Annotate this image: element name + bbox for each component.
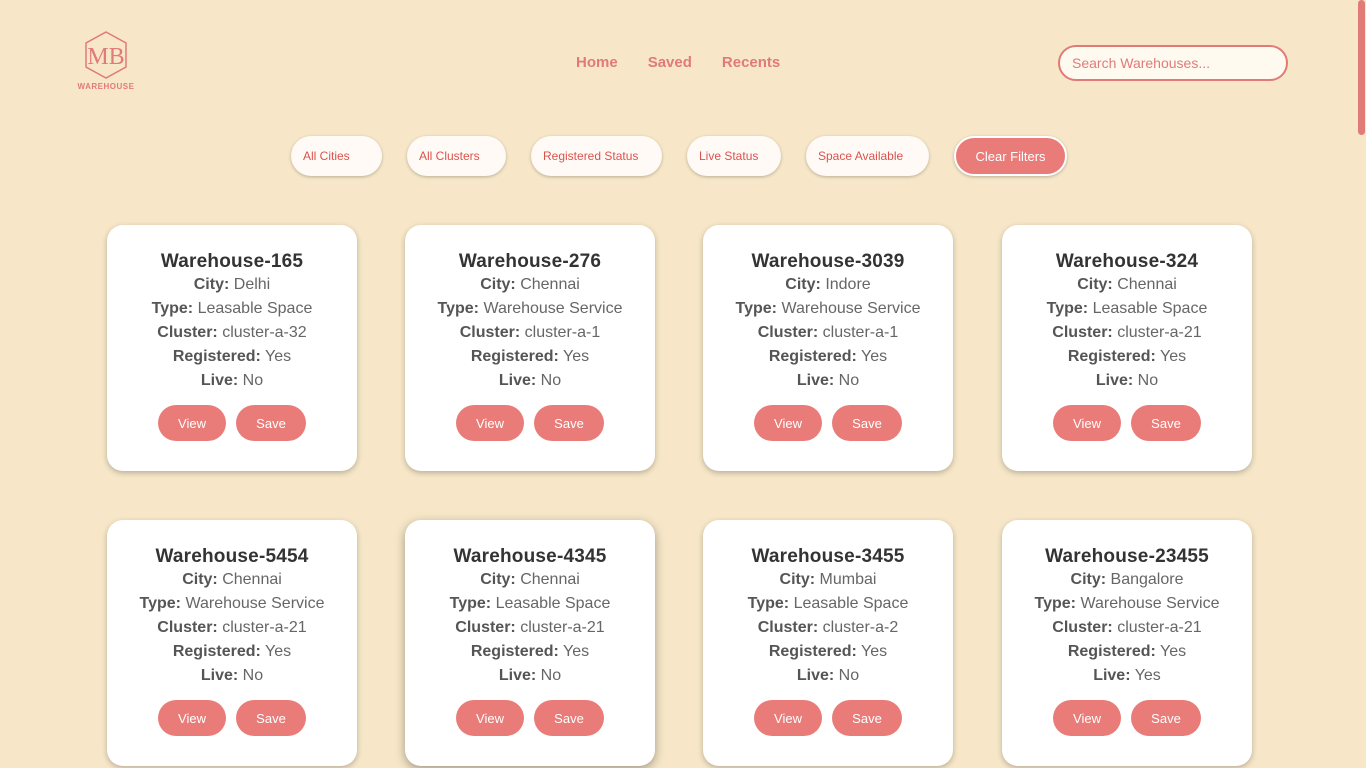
clear-filters-button[interactable]: Clear Filters [954,136,1067,176]
nav-recents[interactable]: Recents [722,54,780,71]
view-button[interactable]: View [158,405,226,441]
city-row: City: Mumbai [779,571,877,588]
view-button[interactable]: View [456,700,524,736]
svg-text:MB: MB [87,44,124,70]
registered-row: Registered: Yes [1067,348,1187,365]
view-button[interactable]: View [1053,700,1121,736]
type-row: Type: Leasable Space [449,595,611,612]
save-button[interactable]: Save [534,405,604,441]
registered-row: Registered: Yes [1067,643,1187,660]
registered-row: Registered: Yes [470,348,590,365]
filter-registered-status[interactable]: Registered Status [531,136,662,176]
scrollbar-thumb[interactable] [1358,0,1365,135]
save-button[interactable]: Save [1131,700,1201,736]
save-button[interactable]: Save [534,700,604,736]
cluster-row: Cluster: cluster-a-21 [157,619,307,636]
warehouse-title: Warehouse-165 [160,251,304,272]
live-row: Live: Yes [1093,667,1161,684]
cluster-row: Cluster: cluster-a-1 [757,324,899,341]
live-row: Live: No [200,667,264,684]
cluster-row: Cluster: cluster-a-1 [459,324,601,341]
filter-all-cities[interactable]: All Cities [291,136,382,176]
warehouse-card: Warehouse-324 City: Chennai Type: Leasab… [1002,225,1252,471]
view-button[interactable]: View [754,700,822,736]
city-row: City: Chennai [480,571,580,588]
registered-row: Registered: Yes [172,643,292,660]
type-row: Type: Warehouse Service [1034,595,1220,612]
header: MB WAREHOUSE Home Saved Recents [0,0,1366,120]
city-row: City: Chennai [182,571,282,588]
main-nav: Home Saved Recents [576,54,780,71]
type-row: Type: Leasable Space [1046,300,1208,317]
warehouse-title: Warehouse-324 [1055,251,1199,272]
logo-mark-icon: MB [85,31,127,79]
search-input[interactable] [1058,45,1288,81]
cluster-row: Cluster: cluster-a-21 [455,619,605,636]
registered-row: Registered: Yes [768,643,888,660]
warehouse-card: Warehouse-3455 City: Mumbai Type: Leasab… [703,520,953,766]
registered-row: Registered: Yes [172,348,292,365]
city-row: City: Delhi [193,276,271,293]
save-button[interactable]: Save [236,405,306,441]
warehouse-title: Warehouse-4345 [453,546,607,567]
save-button[interactable]: Save [236,700,306,736]
live-row: Live: No [796,667,860,684]
nav-saved[interactable]: Saved [648,54,692,71]
view-button[interactable]: View [158,700,226,736]
registered-row: Registered: Yes [768,348,888,365]
filter-all-clusters[interactable]: All Clusters [407,136,506,176]
logo-text: WAREHOUSE [77,82,135,91]
filter-space-available[interactable]: Space Available [806,136,929,176]
city-row: City: Bangalore [1070,571,1184,588]
live-row: Live: No [796,372,860,389]
type-row: Type: Warehouse Service [437,300,623,317]
view-button[interactable]: View [754,405,822,441]
view-button[interactable]: View [1053,405,1121,441]
nav-home[interactable]: Home [576,54,618,71]
warehouse-title: Warehouse-5454 [155,546,309,567]
type-row: Type: Leasable Space [151,300,313,317]
warehouse-card: Warehouse-3039 City: Indore Type: Wareho… [703,225,953,471]
cluster-row: Cluster: cluster-a-2 [757,619,899,636]
warehouse-title: Warehouse-23455 [1045,546,1209,567]
filter-live-status[interactable]: Live Status [687,136,781,176]
brand-logo[interactable]: MB WAREHOUSE [76,30,136,92]
live-row: Live: No [200,372,264,389]
warehouse-card: Warehouse-23455 City: Bangalore Type: Wa… [1002,520,1252,766]
city-row: City: Chennai [1077,276,1177,293]
live-row: Live: No [498,667,562,684]
cluster-row: Cluster: cluster-a-32 [157,324,307,341]
live-row: Live: No [498,372,562,389]
warehouse-card: Warehouse-165 City: Delhi Type: Leasable… [107,225,357,471]
warehouse-title: Warehouse-3039 [751,251,905,272]
city-row: City: Indore [785,276,871,293]
warehouse-card: Warehouse-5454 City: Chennai Type: Wareh… [107,520,357,766]
warehouse-card: Warehouse-276 City: Chennai Type: Wareho… [405,225,655,471]
save-button[interactable]: Save [1131,405,1201,441]
cluster-row: Cluster: cluster-a-21 [1052,324,1202,341]
type-row: Type: Warehouse Service [139,595,325,612]
warehouse-card: Warehouse-4345 City: Chennai Type: Leasa… [405,520,655,766]
type-row: Type: Warehouse Service [735,300,921,317]
save-button[interactable]: Save [832,700,902,736]
registered-row: Registered: Yes [470,643,590,660]
warehouse-title: Warehouse-3455 [751,546,905,567]
page-scrollbar[interactable] [1358,0,1366,768]
live-row: Live: No [1095,372,1159,389]
warehouse-title: Warehouse-276 [458,251,602,272]
cluster-row: Cluster: cluster-a-21 [1052,619,1202,636]
type-row: Type: Leasable Space [747,595,909,612]
filter-bar: All Cities All Clusters Registered Statu… [0,136,1366,176]
save-button[interactable]: Save [832,405,902,441]
city-row: City: Chennai [480,276,580,293]
view-button[interactable]: View [456,405,524,441]
